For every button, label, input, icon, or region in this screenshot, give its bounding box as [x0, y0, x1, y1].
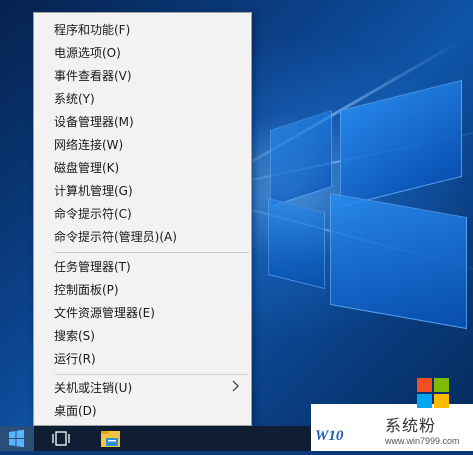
menu-item-system[interactable]: 系统(Y) — [54, 88, 95, 110]
menu-item-command-prompt[interactable]: 命令提示符(C) — [54, 203, 132, 225]
menu-item-run[interactable]: 运行(R) — [54, 348, 96, 370]
wallpaper-window-pane — [330, 192, 467, 330]
menu-item-programs-features[interactable]: 程序和功能(F) — [54, 19, 130, 41]
menu-item-event-viewer[interactable]: 事件查看器(V) — [54, 65, 132, 87]
menu-item-file-explorer[interactable]: 文件资源管理器(E) — [54, 302, 155, 324]
menu-item-disk-management[interactable]: 磁盘管理(K) — [54, 157, 119, 179]
windows-logo-icon — [9, 429, 24, 448]
menu-item-search[interactable]: 搜索(S) — [54, 325, 95, 347]
menu-item-desktop[interactable]: 桌面(D) — [54, 400, 97, 422]
menu-item-power-options[interactable]: 电源选项(O) — [54, 42, 121, 64]
watermark-os-text: W10 — [315, 428, 344, 444]
menu-item-shutdown-signout[interactable]: 关机或注销(U) — [54, 377, 132, 399]
wallpaper-window-pane — [270, 109, 332, 208]
menu-item-network-connections[interactable]: 网络连接(W) — [54, 134, 123, 156]
menu-separator — [55, 374, 249, 375]
start-button[interactable] — [0, 426, 34, 451]
menu-item-task-manager[interactable]: 任务管理器(T) — [54, 256, 131, 278]
task-view-icon — [52, 431, 70, 446]
task-view-button[interactable] — [44, 426, 78, 451]
file-explorer-button[interactable] — [94, 426, 128, 451]
menu-item-computer-management[interactable]: 计算机管理(G) — [54, 180, 133, 202]
watermark-brand: 系统粉 — [385, 416, 437, 435]
menu-separator — [55, 252, 249, 253]
wallpaper-window-pane — [268, 197, 325, 290]
file-explorer-icon — [101, 431, 120, 447]
menu-item-command-prompt-admin[interactable]: 命令提示符(管理员)(A) — [54, 226, 177, 248]
menu-item-control-panel[interactable]: 控制面板(P) — [54, 279, 119, 301]
watermark-url: www.win7999.com — [385, 436, 460, 446]
menu-item-device-manager[interactable]: 设备管理器(M) — [54, 111, 134, 133]
winx-context-menu: 程序和功能(F) 电源选项(O) 事件查看器(V) 系统(Y) 设备管理器(M)… — [33, 12, 252, 426]
microsoft-logo-icon — [417, 378, 449, 408]
chevron-right-icon — [232, 380, 239, 392]
